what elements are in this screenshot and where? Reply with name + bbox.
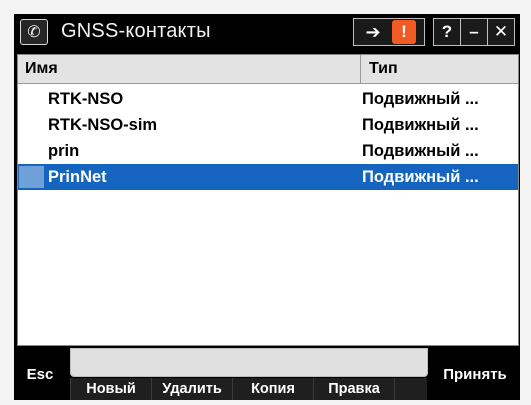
column-header-name[interactable]: Имя [18, 55, 361, 83]
list-item[interactable]: RTK-NSO-sim Подвижный ... [18, 112, 518, 138]
status-icons: ➔ ! [353, 18, 425, 46]
window-title: GNSS-контакты [61, 20, 211, 42]
app-window: ✆ GNSS-контакты ➔ ! ? – ✕ Имя Тип RTK-NS… [14, 14, 520, 400]
edit-button[interactable]: Правка [313, 378, 394, 400]
copy-button[interactable]: Копия [232, 378, 313, 400]
contacts-list[interactable]: Имя Тип RTK-NSO Подвижный ... RTK-NSO-si… [17, 54, 519, 346]
list-item-selected[interactable]: PrinNet Подвижный ... [18, 164, 518, 190]
connect-icon[interactable]: ➔ [359, 21, 387, 43]
empty-softkey [394, 378, 427, 400]
bottom-toolbar: Esc Новый Удалить Копия Правка Принять [14, 348, 520, 400]
minimize-button[interactable]: – [460, 18, 488, 46]
contact-name: prin [48, 142, 80, 160]
new-button[interactable]: Новый [70, 378, 151, 400]
contact-name: PrinNet [48, 168, 107, 186]
help-button[interactable]: ? [433, 18, 461, 46]
accept-button[interactable]: Принять [430, 348, 520, 400]
esc-button[interactable]: Esc [14, 348, 66, 400]
contact-name: RTK-NSO [48, 90, 124, 108]
close-button[interactable]: ✕ [487, 18, 515, 46]
message-area [70, 348, 428, 377]
contact-type: Подвижный ... [362, 116, 479, 134]
contact-name: RTK-NSO-sim [48, 116, 158, 134]
satellite-icon[interactable]: ✆ [20, 19, 48, 45]
contact-type: Подвижный ... [362, 90, 479, 108]
warning-icon[interactable]: ! [392, 20, 416, 44]
contact-type: Подвижный ... [362, 142, 479, 160]
list-item[interactable]: RTK-NSO Подвижный ... [18, 86, 518, 112]
selection-marker [19, 166, 44, 188]
delete-button[interactable]: Удалить [151, 378, 232, 400]
column-header-type[interactable]: Тип [361, 55, 519, 83]
list-item[interactable]: prin Подвижный ... [18, 138, 518, 164]
contact-type: Подвижный ... [362, 168, 479, 186]
title-bar: ✆ GNSS-контакты ➔ ! ? – ✕ [14, 14, 520, 48]
list-header: Имя Тип [18, 55, 518, 84]
